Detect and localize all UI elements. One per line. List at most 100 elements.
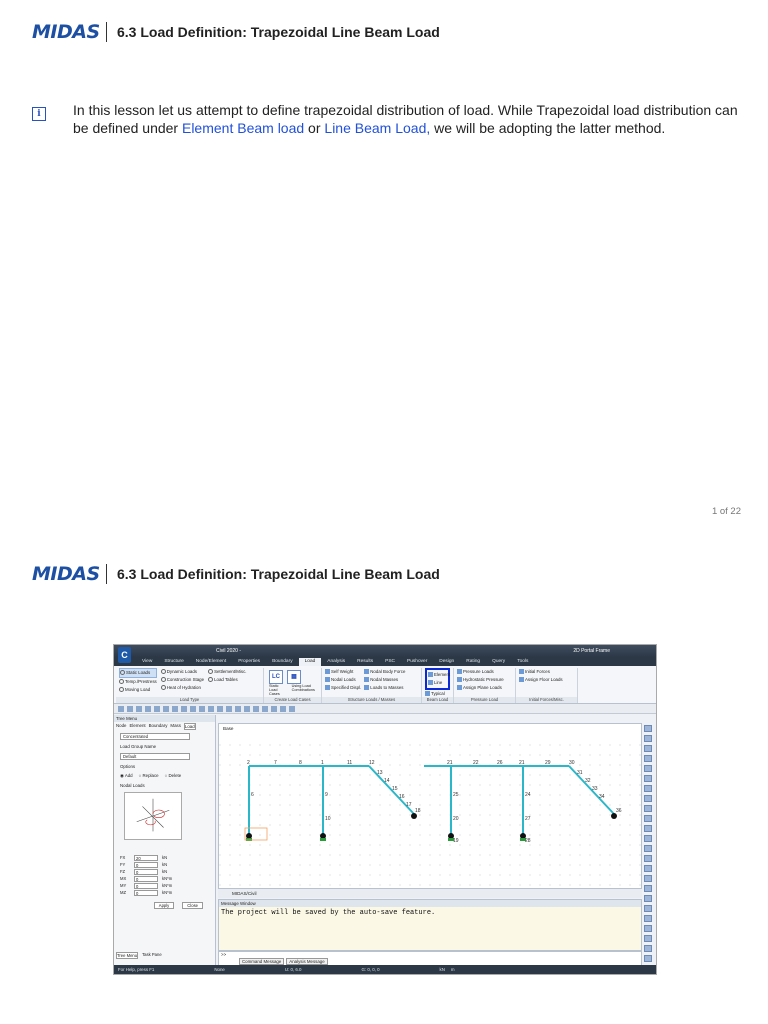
command-prompt[interactable]: >> (219, 952, 226, 957)
toolbar-icon[interactable] (644, 795, 652, 802)
tab-node-element[interactable]: Node/Element (190, 658, 232, 666)
tab-design[interactable]: Design (433, 658, 460, 666)
tab-load[interactable]: Load (298, 658, 322, 666)
toolbar-icon[interactable] (644, 835, 652, 842)
toolbar-icon[interactable] (644, 905, 652, 912)
toolbar-icon[interactable] (145, 705, 151, 712)
status-force-unit[interactable]: kN (440, 965, 445, 974)
tab-tools[interactable]: Tools (511, 658, 534, 666)
toolbar-icon[interactable] (644, 815, 652, 822)
toolbar-icon[interactable] (289, 705, 295, 712)
toolbar-icon[interactable] (644, 735, 652, 742)
element-beam-load-link[interactable]: Element Beam load (182, 120, 304, 136)
hydrostatic-pressure-button[interactable]: Hydrostatic Pressure (457, 676, 512, 684)
mx-field[interactable]: MX 0 kN*m (114, 875, 215, 882)
my-field[interactable]: MY 0 kN*m (114, 882, 215, 889)
toolbar-icon[interactable] (154, 705, 160, 712)
midas-civil-doc-tab[interactable]: MIDAS/Civil (232, 891, 257, 896)
load-type-select[interactable]: Concentrated (120, 733, 190, 740)
apply-button[interactable]: Apply (153, 902, 175, 909)
tab-structure[interactable]: Structure (158, 658, 189, 666)
pressure-loads-button[interactable]: Pressure Loads (457, 668, 512, 676)
toolbar-icon[interactable] (644, 945, 652, 952)
dynamic-loads-radio[interactable]: Dynamic Loads (160, 668, 204, 676)
tab-rating[interactable]: Rating (460, 658, 486, 666)
tab-analysis[interactable]: Analysis (321, 658, 351, 666)
toolbar-icon[interactable] (235, 705, 241, 712)
tree-tab-mass[interactable]: Mass (170, 723, 181, 730)
toolbar-icon[interactable] (217, 705, 223, 712)
settlement-misc-radio[interactable]: Settlement/Misc. (208, 668, 247, 676)
loads-to-masses-button[interactable]: Loads to Masses (364, 684, 405, 692)
toolbar-icon[interactable] (163, 705, 169, 712)
toolbar-icon[interactable] (644, 885, 652, 892)
toolbar-icon[interactable] (644, 845, 652, 852)
tab-view[interactable]: View (136, 658, 158, 666)
toolbar-icon[interactable] (644, 755, 652, 762)
tab-psc[interactable]: PSC (379, 658, 401, 666)
tree-tab-element[interactable]: Element (130, 723, 146, 730)
toolbar-icon[interactable] (644, 825, 652, 832)
toolbar-icon[interactable] (644, 915, 652, 922)
toolbar-icon[interactable] (127, 705, 133, 712)
nodal-masses-button[interactable]: Nodal Masses (364, 676, 405, 684)
task-pane-tab[interactable]: Task Pane (142, 952, 162, 959)
initial-forces-button[interactable]: Initial Forces (519, 668, 574, 676)
toolbar-icon[interactable] (644, 745, 652, 752)
app-menu-button[interactable]: C (118, 647, 131, 663)
mz-field[interactable]: MZ 0 kN*m (114, 889, 215, 896)
assign-floor-loads-button[interactable]: Assign Floor Loads (519, 676, 574, 684)
fy-field[interactable]: FY 0 kN (114, 861, 215, 868)
load-combinations-icon[interactable]: ▦ (287, 670, 301, 684)
tree-tab-node[interactable]: Node (116, 723, 127, 730)
close-button[interactable]: Close (182, 902, 203, 909)
toolbar-icon[interactable] (136, 705, 142, 712)
command-message-tab[interactable]: Command Message (239, 958, 285, 965)
toolbar-icon[interactable] (199, 705, 205, 712)
toolbar-icon[interactable] (644, 725, 652, 732)
construction-stage-radio[interactable]: Construction Stage (160, 676, 204, 684)
toolbar-icon[interactable] (644, 855, 652, 862)
static-loads-radio[interactable]: Static Loads (119, 668, 157, 678)
toolbar-icon[interactable] (190, 705, 196, 712)
status-length-unit[interactable]: m (451, 965, 455, 974)
static-load-cases-icon[interactable]: LC (269, 670, 283, 684)
toolbar-icon[interactable] (644, 775, 652, 782)
analysis-message-tab[interactable]: Analysis Message (286, 958, 328, 965)
tab-properties[interactable]: Properties (232, 658, 266, 666)
using-load-combinations-label[interactable]: Using Load Combinations (292, 684, 318, 696)
tab-query[interactable]: Query (486, 658, 511, 666)
toolbar-icon[interactable] (644, 895, 652, 902)
static-load-cases-label[interactable]: Static Load Cases (269, 684, 288, 696)
toolbar-icon[interactable] (226, 705, 232, 712)
toolbar-icon[interactable] (644, 805, 652, 812)
tab-pushover[interactable]: Pushover (401, 658, 433, 666)
option-add-radio[interactable]: ◉ Add (120, 773, 133, 779)
toolbar-icon[interactable] (644, 875, 652, 882)
toolbar-icon[interactable] (644, 865, 652, 872)
model-viewport[interactable]: Base 2 7 8 1 11 12 13 14 15 16 17 18 6 9… (218, 723, 643, 890)
tree-tab-load[interactable]: Load (183, 723, 196, 730)
line-beam-load-link[interactable]: Line Beam Load, (324, 120, 430, 136)
toolbar-icon[interactable] (244, 705, 250, 712)
tree-menu-tab[interactable]: Tree Menu (116, 952, 139, 959)
tab-results[interactable]: Results (351, 658, 379, 666)
assign-plane-loads-button[interactable]: Assign Plane Loads (457, 684, 512, 692)
toolbar-icon[interactable] (644, 765, 652, 772)
toolbar-icon[interactable] (644, 925, 652, 932)
self-weight-button[interactable]: Self Weight (325, 668, 361, 676)
toolbar-icon[interactable] (172, 705, 178, 712)
fx-field[interactable]: FX 20 kN (114, 854, 215, 861)
tab-boundary[interactable]: Boundary (266, 658, 299, 666)
nodal-loads-button[interactable]: Nodal Loads (325, 676, 361, 684)
toolbar-icon[interactable] (644, 935, 652, 942)
toolbar-icon[interactable] (253, 705, 259, 712)
fz-field[interactable]: FZ 0 kN (114, 868, 215, 875)
toolbar-icon[interactable] (181, 705, 187, 712)
element-beam-load-button[interactable]: Element (428, 671, 450, 679)
load-tables-radio[interactable]: Load Tables (208, 676, 246, 684)
toolbar-icon[interactable] (644, 955, 652, 962)
nodal-body-force-button[interactable]: Nodal Body Force (364, 668, 405, 676)
option-replace-radio[interactable]: ○ Replace (139, 773, 159, 779)
toolbar-icon[interactable] (271, 705, 277, 712)
